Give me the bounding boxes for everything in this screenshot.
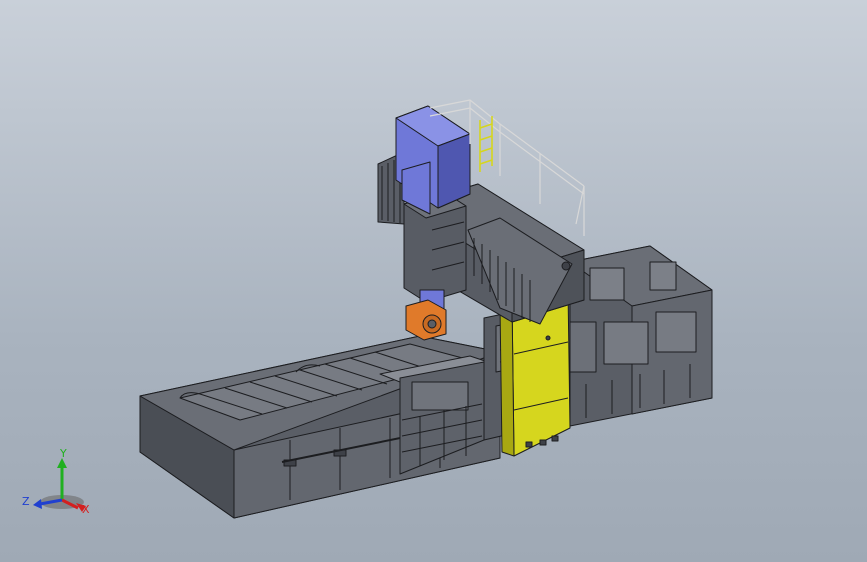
triad-y-label: Y <box>60 447 67 460</box>
cad-model-view[interactable] <box>0 0 867 562</box>
triad-z-label: Z <box>22 495 30 508</box>
orientation-triad[interactable] <box>33 458 86 512</box>
rear-frame[interactable] <box>569 245 713 427</box>
triad-x-label: X <box>82 503 90 516</box>
access-ladder[interactable] <box>479 116 493 172</box>
z-axis-arrow-head <box>33 499 42 509</box>
graphics-viewport[interactable]: Y X Z <box>0 0 867 562</box>
